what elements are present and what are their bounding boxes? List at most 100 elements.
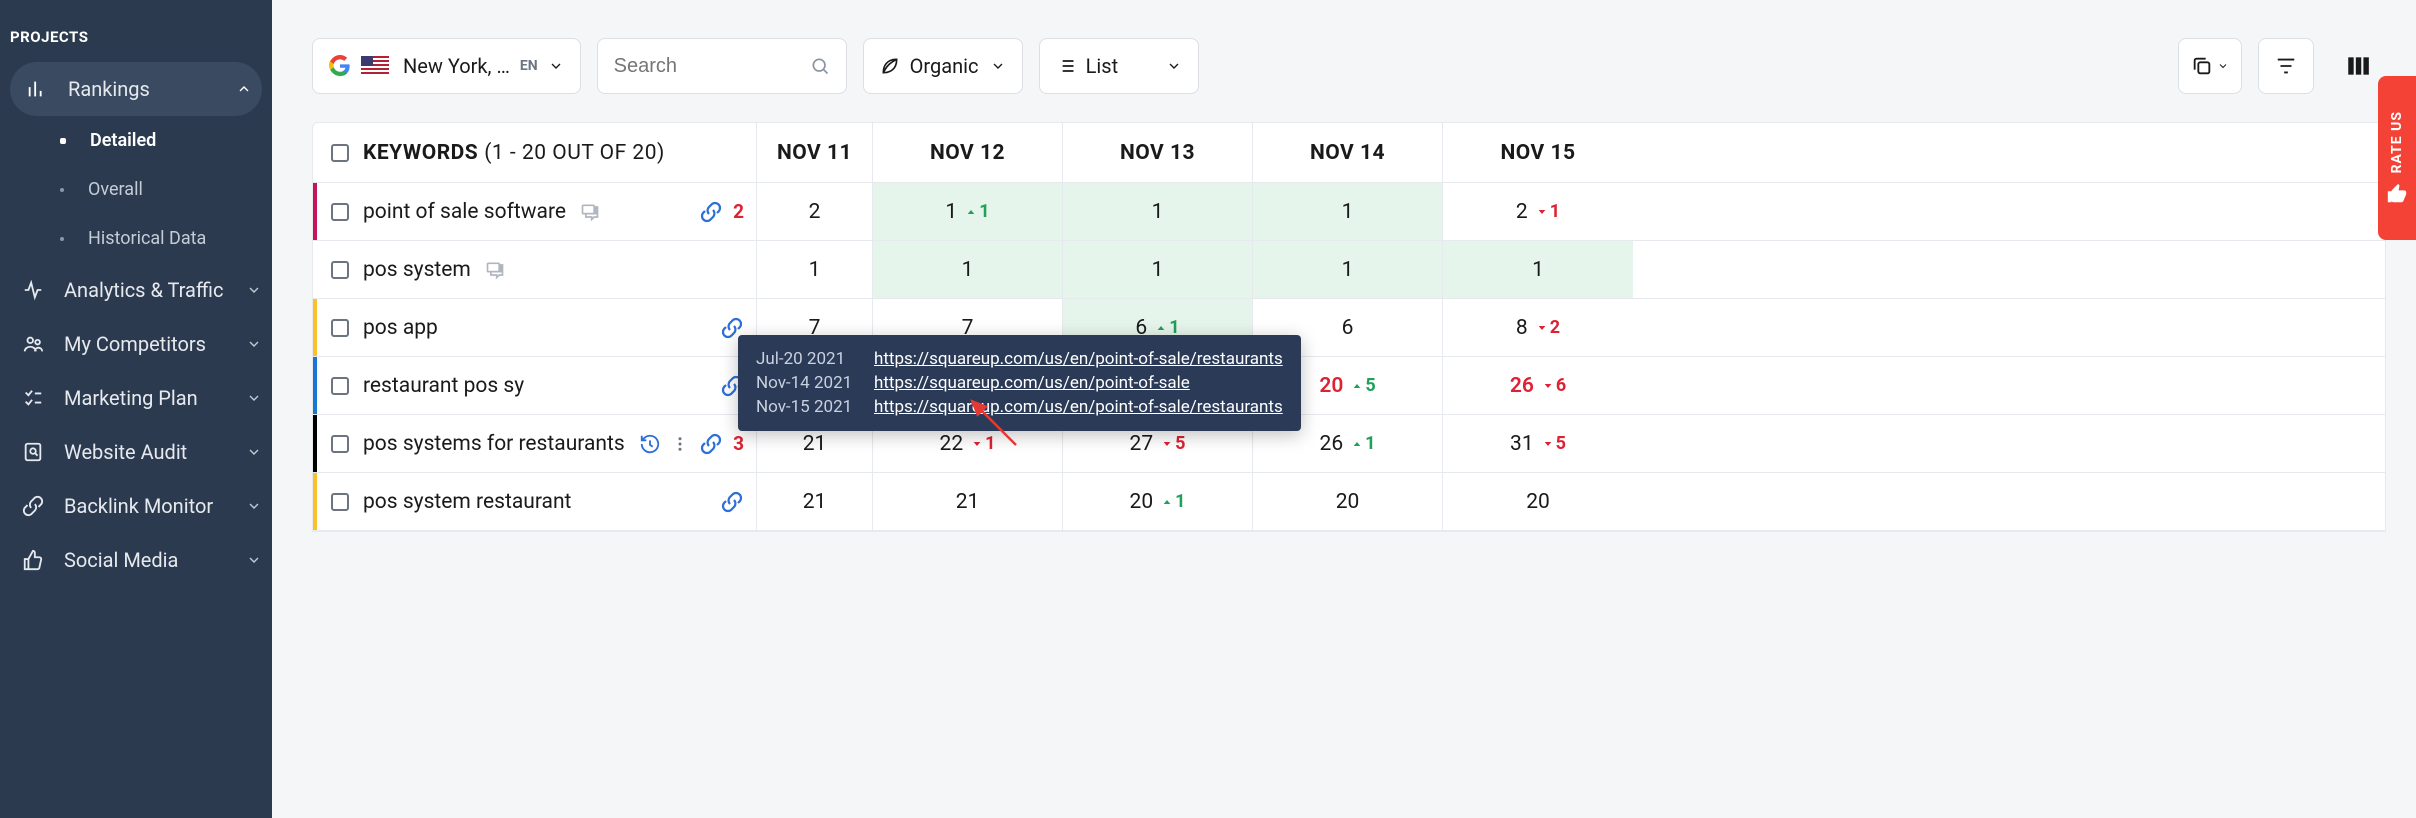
tooltip-url[interactable]: https://squareup.com/us/en/point-of-sale… <box>874 349 1283 369</box>
history-icon[interactable] <box>639 433 661 455</box>
more-icon[interactable] <box>671 435 689 453</box>
keywords-header-label: KEYWORDS <box>363 141 478 165</box>
column-header-date[interactable]: NOV 11 <box>757 123 873 182</box>
rank-value: 21 <box>803 490 827 514</box>
column-header-date[interactable]: NOV 12 <box>873 123 1063 182</box>
rank-value: 2 <box>809 200 821 224</box>
sidebar-item-marketing-plan[interactable]: Marketing Plan <box>0 371 272 425</box>
sidebar-item-backlink-monitor[interactable]: Backlink Monitor <box>0 479 272 533</box>
column-header-date[interactable]: NOV 15 <box>1443 123 1633 182</box>
table-row[interactable]: pos system11111 <box>313 241 2385 299</box>
main: New York, … EN Organic List <box>272 0 2416 818</box>
row-checkbox[interactable] <box>331 377 349 395</box>
keyword-cell: point of sale software2 <box>313 183 757 240</box>
table-row[interactable]: pos systems for restaurants3212212752613… <box>313 415 2385 473</box>
rank-delta: 5 <box>1542 433 1566 454</box>
sidebar-item-label: My Competitors <box>64 332 206 356</box>
rank-delta: 5 <box>1351 375 1375 396</box>
url-link-icon[interactable] <box>720 490 744 514</box>
chevron-down-icon <box>246 444 262 460</box>
bullet-icon <box>60 188 64 192</box>
rank-value: 1 <box>1342 258 1354 282</box>
row-checkbox[interactable] <box>331 493 349 511</box>
view-mode-selector[interactable]: List <box>1039 38 1199 94</box>
rank-cell: 20 <box>1443 473 1633 530</box>
url-link-count: 3 <box>733 432 744 455</box>
row-checkbox[interactable] <box>331 261 349 279</box>
sidebar-item-competitors[interactable]: My Competitors <box>0 317 272 371</box>
column-header-date[interactable]: NOV 14 <box>1253 123 1443 182</box>
rank-cell: 11 <box>873 183 1063 240</box>
notes-icon[interactable] <box>485 260 505 280</box>
rank-cell: 20 <box>1253 473 1443 530</box>
copy-button[interactable] <box>2178 38 2242 94</box>
keyword-cell: pos systems for restaurants 3 <box>313 415 757 472</box>
chevron-down-icon <box>246 390 262 406</box>
search-input[interactable] <box>614 55 794 78</box>
tooltip-url[interactable]: https://squareup.com/us/en/point-of-sale… <box>874 397 1283 417</box>
url-link-icon[interactable] <box>699 200 723 224</box>
tooltip-date: Jul-20 2021 <box>756 349 860 369</box>
rank-value: 27 <box>1130 432 1154 456</box>
rank-value: 1 <box>962 258 974 282</box>
rank-cell: 201 <box>1063 473 1253 530</box>
sidebar-item-label: Backlink Monitor <box>64 494 213 518</box>
column-header-date[interactable]: NOV 13 <box>1063 123 1253 182</box>
row-checkbox[interactable] <box>331 435 349 453</box>
keyword-text: pos systems for restaurants <box>363 432 625 456</box>
chevron-down-icon <box>246 282 262 298</box>
sidebar-item-historical-data[interactable]: Historical Data <box>0 214 272 263</box>
filter-button[interactable] <box>2258 38 2314 94</box>
bullet-icon <box>60 138 66 144</box>
chevron-up-icon <box>236 81 252 97</box>
keyword-cell: pos system restaurant <box>313 473 757 530</box>
sidebar-item-website-audit[interactable]: Website Audit <box>0 425 272 479</box>
traffic-type-selector[interactable]: Organic <box>863 38 1023 94</box>
bar-chart-icon <box>24 76 50 102</box>
sidebar-item-social-media[interactable]: Social Media <box>0 533 272 587</box>
notes-icon[interactable] <box>580 202 600 222</box>
thumb-icon <box>2386 183 2408 205</box>
sidebar-item-detailed[interactable]: Detailed <box>0 116 272 165</box>
table-row[interactable]: pos system restaurant21212012020 <box>313 473 2385 531</box>
rank-cell: 1 <box>873 241 1063 298</box>
thumb-icon <box>20 547 46 573</box>
table-row[interactable]: pos app7761682 <box>313 299 2385 357</box>
rank-value: 21 <box>956 490 980 514</box>
rank-value: 1 <box>945 200 957 224</box>
search-input-wrapper[interactable] <box>597 38 847 94</box>
row-checkbox[interactable] <box>331 319 349 337</box>
traffic-type-label: Organic <box>910 54 979 78</box>
tooltip-url[interactable]: https://squareup.com/us/en/point-of-sale <box>874 373 1190 393</box>
row-highlight-bar <box>313 183 317 240</box>
rank-cell: 266 <box>1443 357 1633 414</box>
leaf-icon <box>880 56 900 76</box>
google-icon <box>329 55 351 77</box>
sidebar-item-rankings[interactable]: Rankings <box>10 62 262 116</box>
sidebar-item-label: Historical Data <box>88 228 206 249</box>
keyword-cell: restaurant pos sy <box>313 357 757 414</box>
rank-value: 1 <box>809 258 821 282</box>
table-row[interactable]: restaurant pos sy211254205266 <box>313 357 2385 415</box>
keyword-cell: pos app <box>313 299 757 356</box>
rank-value: 8 <box>1516 316 1528 340</box>
rank-cell: 82 <box>1443 299 1633 356</box>
row-checkbox[interactable] <box>331 203 349 221</box>
sidebar-item-overall[interactable]: Overall <box>0 165 272 214</box>
chevron-down-icon <box>2217 60 2229 72</box>
select-all-checkbox[interactable] <box>331 144 349 162</box>
rank-delta: 6 <box>1542 375 1566 396</box>
tooltip-row: Nov-14 2021https://squareup.com/us/en/po… <box>756 371 1283 395</box>
sidebar-item-analytics[interactable]: Analytics & Traffic <box>0 263 272 317</box>
column-header-keywords[interactable]: KEYWORDS (1 - 20 OUT OF 20) <box>313 123 757 182</box>
table-row[interactable]: point of sale software22111121 <box>313 183 2385 241</box>
rank-cell: 21 <box>757 473 873 530</box>
url-link-icon[interactable] <box>699 432 723 456</box>
toolbar: New York, … EN Organic List <box>272 0 2416 122</box>
chevron-down-icon <box>1166 58 1182 74</box>
keywords-count-label: (1 - 20 OUT OF 20) <box>484 141 665 165</box>
location-selector[interactable]: New York, … EN <box>312 38 581 94</box>
rate-us-tab[interactable]: RATE US <box>2378 76 2416 240</box>
rank-value: 2 <box>1516 200 1528 224</box>
sidebar-header-projects: PROJECTS <box>0 18 272 62</box>
